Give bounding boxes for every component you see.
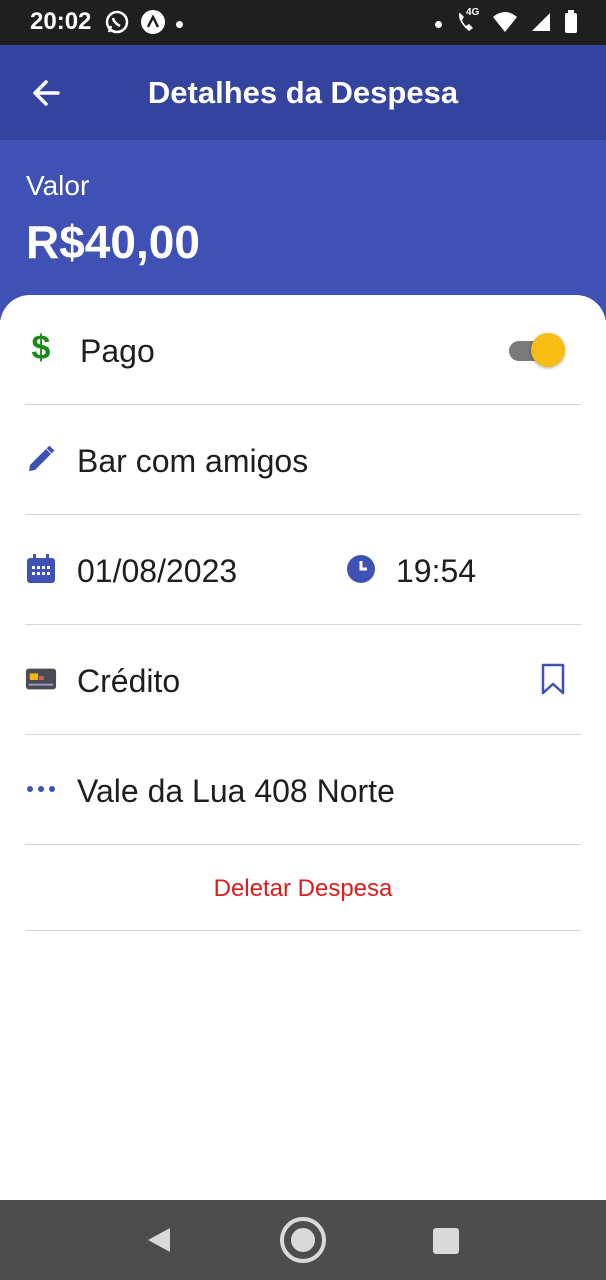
date-time-row: 01/08/2023 19:54 (25, 515, 581, 625)
nav-back-button[interactable] (146, 1226, 172, 1259)
page-title: Detalhes da Despesa (147, 75, 459, 110)
calendar-icon[interactable] (25, 553, 57, 585)
nav-home-button[interactable] (279, 1216, 327, 1264)
location-text: Vale da Lua 408 Norte (77, 773, 395, 809)
system-nav-bar (0, 1200, 606, 1280)
location-row[interactable]: Vale da Lua 408 Norte (25, 735, 581, 845)
description-text: Bar com amigos (77, 443, 309, 479)
time-value[interactable]: 19:54 (396, 553, 476, 590)
system-icons: 4G (435, 7, 578, 40)
clock-icon[interactable] (345, 553, 377, 585)
app-bar: Detalhes da Despesa (0, 45, 606, 140)
delete-row: Deletar Despesa (25, 845, 581, 931)
more-notifications-dot (176, 21, 183, 28)
details-card: $ Pago Bar com amigos 01/08/2023 19:54 C… (0, 295, 606, 1200)
credit-card-icon (25, 663, 57, 695)
valor-amount: R$40,00 (26, 216, 200, 268)
status-time: 20:02 (30, 8, 92, 35)
battery-icon (564, 10, 578, 39)
circle-home-icon (279, 1217, 327, 1268)
more-dots-icon (25, 773, 57, 805)
paid-toggle[interactable] (509, 333, 565, 367)
notification-icons (104, 9, 183, 40)
nav-recents-button[interactable] (433, 1228, 459, 1254)
svg-text:$: $ (32, 329, 51, 365)
whatsapp-icon (104, 9, 130, 40)
dollar-icon: $ (25, 329, 57, 365)
app-notification-icon (140, 9, 166, 40)
status-label: Pago (80, 333, 155, 369)
value-header: Valor R$40,00 (0, 140, 606, 320)
network-type-label: 4G (466, 7, 480, 18)
call-4g-icon: 4G (454, 7, 480, 40)
triangle-back-icon (146, 1228, 172, 1258)
signal-icon (530, 11, 552, 38)
notification-dot (435, 21, 442, 28)
valor-label: Valor (26, 170, 90, 201)
toggle-thumb (531, 333, 565, 367)
date-value[interactable]: 01/08/2023 (77, 553, 237, 590)
pencil-icon (25, 443, 57, 475)
payment-method: Crédito (77, 663, 181, 699)
bookmark-icon[interactable] (537, 663, 569, 695)
delete-expense-button[interactable]: Deletar Despesa (214, 875, 393, 903)
status-bar: 20:02 4G (0, 0, 606, 45)
status-row: $ Pago (25, 295, 581, 405)
description-row[interactable]: Bar com amigos (25, 405, 581, 515)
wifi-icon (492, 11, 518, 38)
payment-row[interactable]: Crédito (25, 625, 581, 735)
